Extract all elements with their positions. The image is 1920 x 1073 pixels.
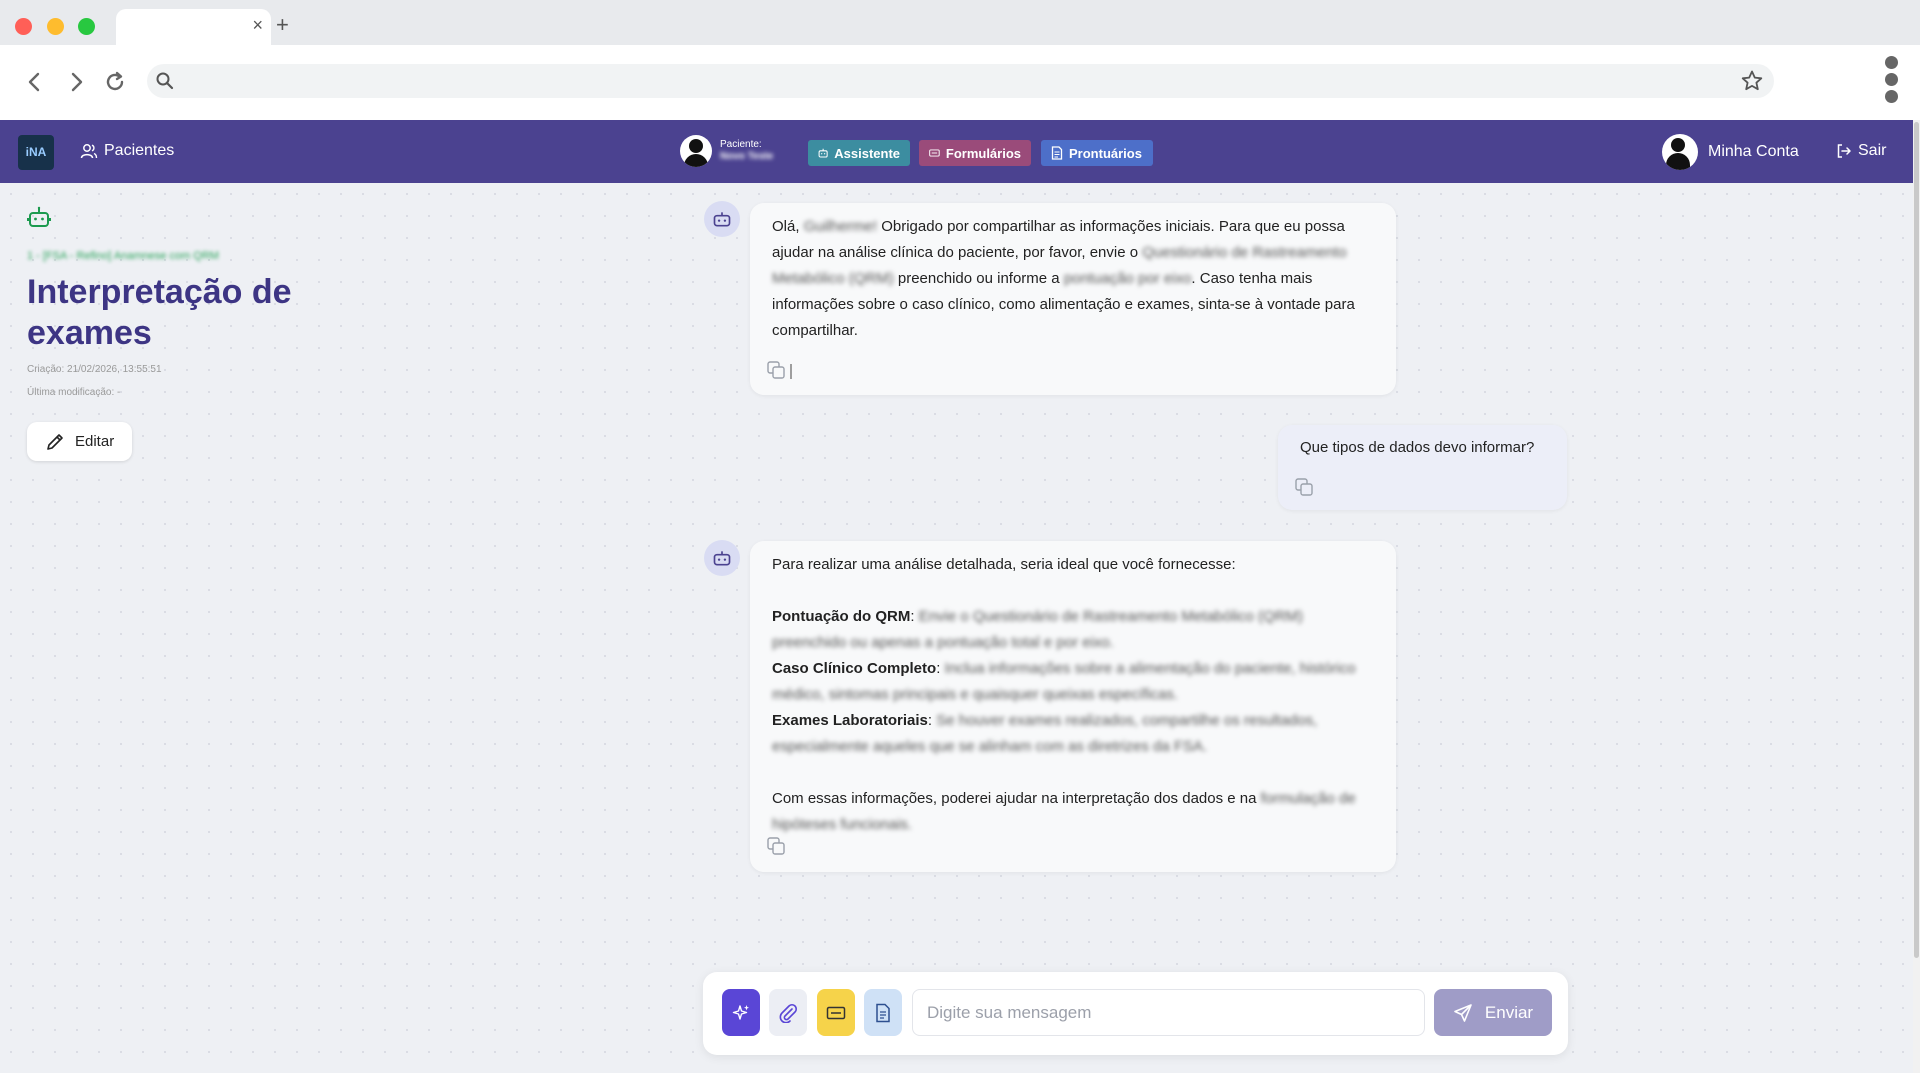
records-button[interactable]: Prontuários <box>1041 140 1153 166</box>
message-text: Olá, Guilherme! Obrigado por compartilha… <box>772 214 1374 344</box>
form-icon <box>929 149 940 157</box>
robot-icon <box>713 212 731 227</box>
message-text-segment: Com essas informações, poderei ajudar na… <box>772 790 1261 807</box>
document-icon <box>876 1003 890 1022</box>
session-info-panel: 1 - [FSA - Refino] Anamnese com QRM Inte… <box>27 205 367 461</box>
form-insert-button[interactable] <box>817 989 855 1036</box>
message-text: Que tipos de dados devo informar? <box>1300 439 1535 456</box>
assistant-message: Para realizar uma análise detalhada, ser… <box>750 541 1396 872</box>
message-list-item: Pontuação do QRM: Envie o Questionário d… <box>772 608 1304 651</box>
account-label: Minha Conta <box>1708 143 1799 160</box>
page-title: Interpretação de exames <box>27 273 292 352</box>
list-item-label: Caso Clínico Completo <box>772 660 937 677</box>
sparkle-icon <box>732 1004 749 1020</box>
logout-button[interactable]: Sair <box>1836 142 1886 160</box>
window-minimize-button[interactable] <box>47 18 64 35</box>
user-message: Que tipos de dados devo informar? <box>1278 425 1567 510</box>
browser-toolbar <box>0 45 1920 120</box>
pencil-icon <box>47 433 63 450</box>
send-icon <box>1454 1003 1472 1022</box>
search-icon <box>156 72 174 90</box>
patient-avatar <box>680 135 712 167</box>
redacted-text: Guilherme! <box>803 218 878 235</box>
robot-icon <box>713 551 731 566</box>
record-insert-button[interactable] <box>864 989 902 1036</box>
robot-icon <box>27 206 51 227</box>
message-input[interactable] <box>912 989 1425 1036</box>
reload-icon[interactable] <box>100 67 130 97</box>
current-patient: Paciente: Novo Teste <box>680 135 773 167</box>
copy-icon[interactable] <box>767 837 787 857</box>
modified-timestamp: Última modificação: - <box>27 387 121 398</box>
message-text-segment: Olá, <box>772 218 804 235</box>
message-composer: Enviar <box>703 972 1568 1055</box>
nav-patients-link[interactable]: Pacientes <box>80 142 174 160</box>
new-tab-button[interactable]: + <box>276 12 289 38</box>
assistant-avatar <box>704 540 740 576</box>
browser-menu-icon[interactable] <box>1878 54 1904 104</box>
users-icon <box>80 144 98 159</box>
copy-icon[interactable] <box>767 361 793 381</box>
send-button[interactable]: Enviar <box>1434 989 1552 1036</box>
form-icon <box>826 1006 846 1019</box>
nav-patients-label: Pacientes <box>104 142 175 159</box>
forms-label: Formulários <box>945 145 1021 161</box>
document-icon <box>1051 146 1063 160</box>
records-label: Prontuários <box>1069 145 1142 161</box>
bookmark-star-icon[interactable] <box>1740 69 1764 93</box>
assistant-avatar <box>704 201 740 237</box>
address-bar[interactable] <box>147 64 1774 98</box>
ai-suggest-button[interactable] <box>722 989 760 1036</box>
send-label: Enviar <box>1484 1002 1534 1022</box>
redacted-text: pontuação por eixo <box>1063 270 1192 287</box>
app-logo[interactable]: iNA <box>18 135 54 170</box>
back-arrow-icon[interactable] <box>19 67 49 97</box>
page-scrollbar[interactable] <box>1913 120 1920 1073</box>
assistant-label: Assistente <box>834 145 900 161</box>
window-close-button[interactable] <box>15 18 32 35</box>
copy-icon[interactable] <box>1295 478 1315 498</box>
logout-icon <box>1837 144 1851 158</box>
edit-label: Editar <box>75 433 115 450</box>
logout-label: Sair <box>1858 142 1887 159</box>
forms-button[interactable]: Formulários <box>919 140 1031 166</box>
form-breadcrumb[interactable]: 1 - [FSA - Refino] Anamnese com QRM <box>27 250 367 262</box>
browser-tab[interactable]: × <box>116 9 271 45</box>
account-avatar <box>1662 134 1698 170</box>
created-timestamp: Criação: 21/02/2026, 13:55:51 <box>27 364 162 375</box>
list-item-label: Exames Laboratoriais <box>772 712 928 729</box>
patient-caption: Paciente: <box>720 139 762 150</box>
browser-tabstrip: × + <box>0 0 1920 45</box>
assistant-button[interactable]: Assistente <box>808 140 910 166</box>
message-text-segment: preenchido ou informe a <box>893 270 1064 287</box>
window-maximize-button[interactable] <box>78 18 95 35</box>
message-list-item: Exames Laboratoriais: Se houver exames r… <box>772 712 1318 755</box>
patient-name: Novo Teste <box>720 151 774 162</box>
paperclip-icon <box>779 1003 798 1023</box>
message-outro: Com essas informações, poderei ajudar na… <box>772 786 1374 838</box>
message-intro: Para realizar uma análise detalhada, ser… <box>772 556 1236 573</box>
edit-button[interactable]: Editar <box>27 422 133 461</box>
attach-button[interactable] <box>769 989 807 1036</box>
tab-close-icon[interactable]: × <box>252 15 263 36</box>
message-list-item: Caso Clínico Completo: Inclua informaçõe… <box>772 660 1356 703</box>
forward-arrow-icon[interactable] <box>62 67 92 97</box>
assistant-message: Olá, Guilherme! Obrigado por compartilha… <box>750 203 1396 395</box>
list-item-label: Pontuação do QRM <box>772 608 911 625</box>
robot-icon <box>818 148 828 158</box>
account-menu[interactable]: Minha Conta <box>1662 134 1799 170</box>
app-header: iNA Pacientes Paciente: Novo Teste Assis… <box>0 120 1913 183</box>
page-body: 1 - [FSA - Refino] Anamnese com QRM Inte… <box>0 183 1913 1073</box>
